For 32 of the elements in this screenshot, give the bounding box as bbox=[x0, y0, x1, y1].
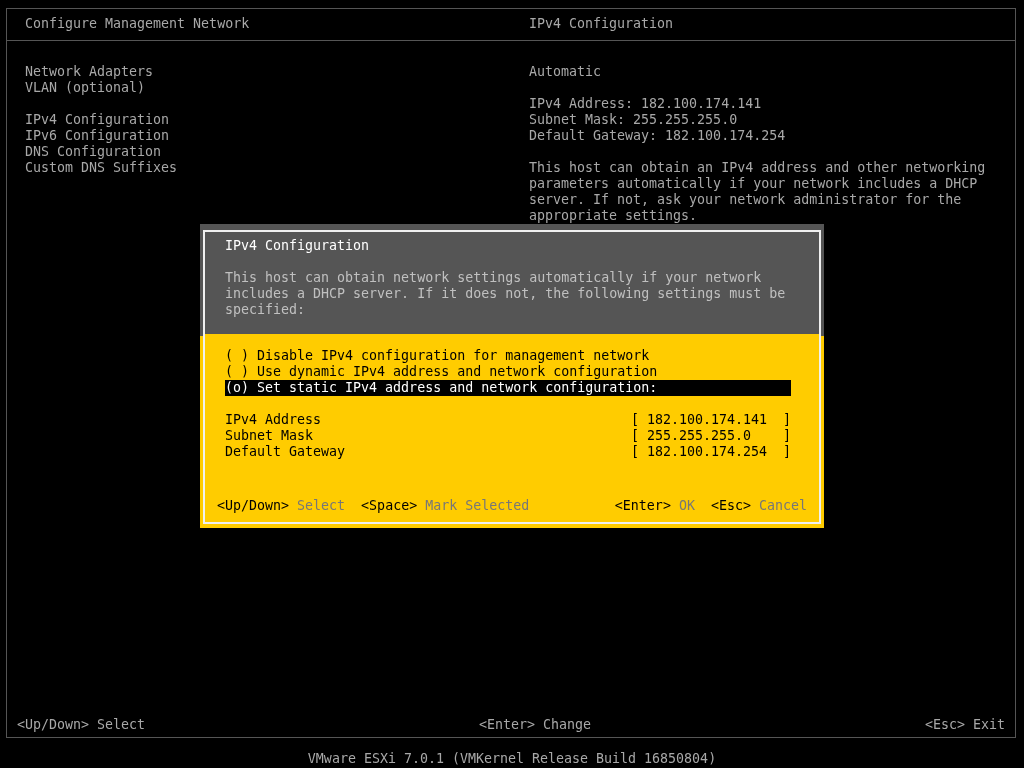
input-field[interactable]: [ 182.100.174.254 ] bbox=[630, 444, 791, 460]
menu-item[interactable]: IPv4 Configuration bbox=[25, 112, 511, 128]
input-field[interactable]: [ 182.100.174.141 ] bbox=[630, 412, 791, 428]
info-line: IPv4 Address: 182.100.174.141 bbox=[529, 96, 763, 112]
input-field[interactable]: [ 255.255.255.0 ] bbox=[630, 428, 791, 444]
key-hint: <Up/Down> Select bbox=[17, 717, 146, 733]
info-line: Default Gateway: 182.100.174.254 bbox=[529, 128, 787, 144]
screen-title: Configure Management Network bbox=[25, 16, 250, 31]
menu-item[interactable]: Custom DNS Suffixes bbox=[25, 160, 511, 176]
menu-item[interactable]: Network Adapters bbox=[25, 64, 511, 80]
mode-text: Automatic bbox=[529, 64, 603, 80]
key-hint: <Esc> Exit bbox=[924, 717, 1005, 733]
field-label: IPv4 Address bbox=[225, 412, 322, 428]
field-label: Default Gateway bbox=[225, 444, 346, 460]
radio-option[interactable]: ( ) Disable IPv4 configuration for management network bbox=[225, 348, 791, 364]
key-hint: <Enter> OK bbox=[614, 498, 695, 514]
menu-item[interactable]: DNS Configuration bbox=[25, 144, 511, 160]
radio-option[interactable]: ( ) Use dynamic IPv4 address and network configuration bbox=[225, 364, 791, 380]
key-hint: <Space> Mark Selected bbox=[361, 498, 530, 514]
key-hint: <Esc> Cancel bbox=[710, 498, 807, 514]
version-text: VMware ESXi 7.0.1 (VMKernel Release Build 16850804) bbox=[307, 751, 717, 766]
dialog-title: IPv4 Configuration bbox=[225, 238, 371, 254]
key-hint: <Enter> Change bbox=[478, 717, 592, 733]
description-text: This host can obtain an IPv4 address and other networking parameters automatically if your network includes a DHCP server. If not, ask your network administrator for the appropriate settings. bbox=[529, 160, 987, 224]
menu-item[interactable]: VLAN (optional) bbox=[25, 80, 511, 96]
info-line: Subnet Mask: 255.255.255.0 bbox=[529, 112, 739, 128]
dialog-description: This host can obtain network settings automatically if your network includes a DHCP server. If it does not, the following settings must be specified: bbox=[225, 270, 787, 318]
radio-option[interactable]: (o) Set static IPv4 address and network configuration: bbox=[225, 380, 791, 396]
key-hint: <Up/Down> Select bbox=[217, 498, 346, 514]
field-label: Subnet Mask bbox=[225, 428, 314, 444]
panel-title: IPv4 Configuration bbox=[529, 16, 674, 31]
menu-item[interactable]: IPv6 Configuration bbox=[25, 128, 511, 144]
